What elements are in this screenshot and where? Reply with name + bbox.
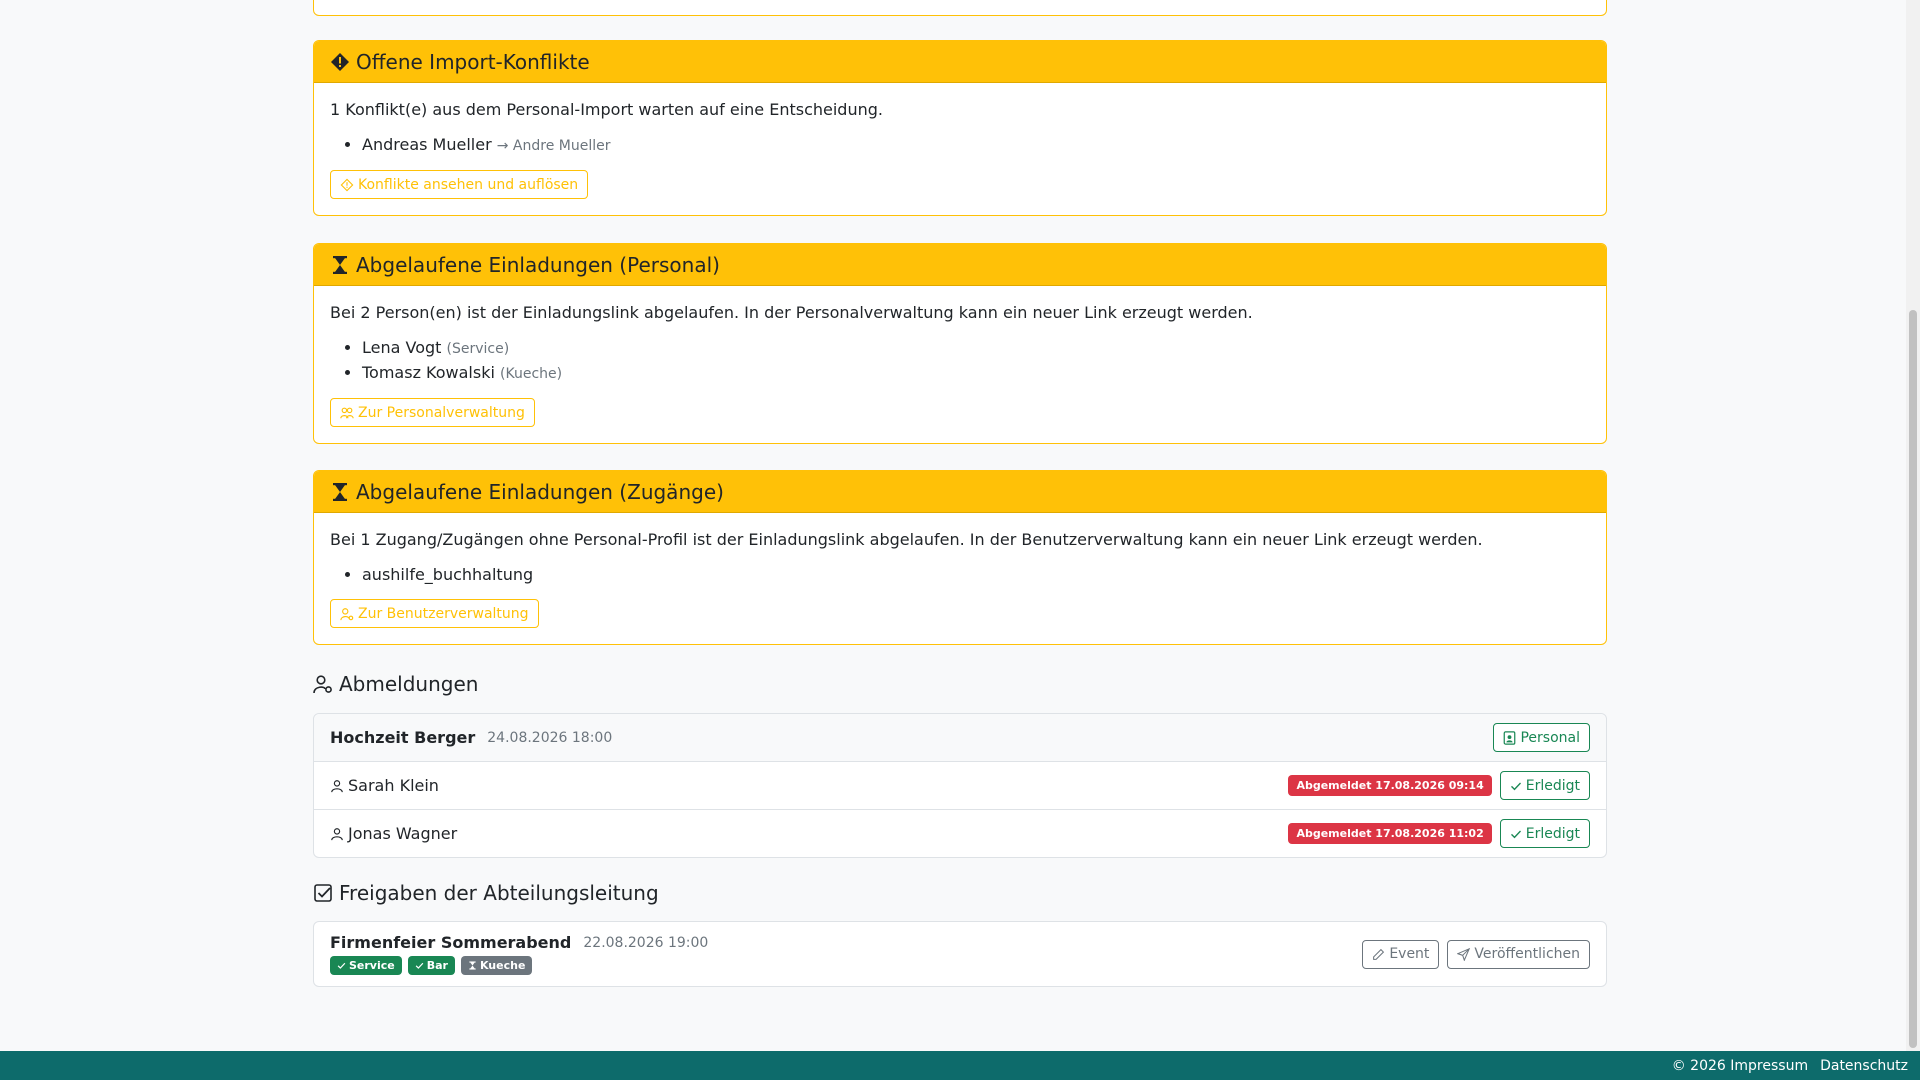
card-header: Abgelaufene Einladungen (Zugänge): [314, 471, 1606, 513]
check-icon: [1510, 780, 1522, 792]
card-header: Offene Import-Konflikte: [314, 41, 1606, 83]
conflict-list: Andreas Mueller → Andre Mueller: [330, 133, 1590, 158]
people-icon: [340, 406, 354, 420]
event-date: 22.08.2026 19:00: [583, 934, 709, 951]
privacy-link[interactable]: Datenschutz: [1820, 1058, 1908, 1074]
cancellations-list: Hochzeit Berger 24.08.2026 18:00 Persona…: [313, 713, 1607, 858]
send-icon: [1457, 947, 1471, 961]
list-item: Lena Vogt (Service): [362, 336, 1590, 361]
person-icon: [330, 827, 344, 841]
event-row: Firmenfeier Sommerabend 22.08.2026 19:00…: [314, 922, 1606, 986]
expired-staff-list: Lena Vogt (Service) Tomasz Kowalski (Kue…: [330, 336, 1590, 386]
impressum-link[interactable]: © 2026 Impressum: [1672, 1058, 1808, 1074]
card-text: Bei 1 Zugang/Zugängen ohne Personal-Prof…: [330, 530, 1483, 549]
status-badge: Abgemeldet 17.08.2026 09:14: [1288, 775, 1492, 796]
card-text: 1 Konflikt(e) aus dem Personal-Import wa…: [330, 100, 883, 119]
personal-button[interactable]: Personal: [1493, 723, 1590, 752]
table-row: Jonas Wagner Abgemeldet 17.08.2026 11:02…: [314, 809, 1606, 857]
check-icon: [415, 961, 424, 970]
event-title: Firmenfeier Sommerabend: [330, 933, 572, 952]
card-text: Bei 2 Person(en) ist der Einladungslink …: [330, 303, 1253, 322]
hourglass-icon: [330, 255, 350, 275]
list-item: Andreas Mueller → Andre Mueller: [362, 133, 1590, 158]
publish-button[interactable]: Veröffentlichen: [1447, 939, 1590, 969]
hourglass-icon: [330, 482, 350, 502]
resolve-conflicts-button[interactable]: Konflikte ansehen und auflösen: [330, 170, 589, 199]
warning-diamond-icon: [340, 178, 354, 192]
previous-card-bottom: [313, 0, 1607, 16]
department-badge-bar: Bar: [407, 956, 455, 975]
event-date: 24.08.2026 18:00: [487, 729, 613, 746]
approvals-heading: Freigaben der Abteilungsleitung: [313, 881, 659, 905]
person-badge-icon: [1503, 730, 1516, 745]
page-scrollbar[interactable]: [1906, 0, 1920, 1051]
check-square-icon: [313, 883, 333, 903]
event-title: Hochzeit Berger: [330, 728, 476, 747]
hourglass-icon: [468, 961, 477, 970]
status-badge: Abgemeldet 17.08.2026 11:02: [1288, 823, 1492, 844]
user-gear-icon: [340, 607, 354, 621]
department-badge-service: Service: [330, 956, 402, 975]
table-row: Sarah Klein Abgemeldet 17.08.2026 09:14 …: [314, 761, 1606, 809]
expired-access-list: aushilfe_buchhaltung: [330, 563, 1590, 587]
warning-diamond-icon: [330, 52, 350, 72]
card-title: Abgelaufene Einladungen (Personal): [356, 252, 720, 277]
expired-staff-invitations-card: Abgelaufene Einladungen (Personal) Bei 2…: [313, 243, 1607, 444]
approvals-list: Firmenfeier Sommerabend 22.08.2026 19:00…: [313, 921, 1607, 987]
done-button[interactable]: Erledigt: [1499, 771, 1590, 800]
check-icon: [337, 961, 346, 970]
staff-management-button[interactable]: Zur Personalverwaltung: [330, 398, 535, 427]
cancellations-heading: Abmeldungen: [313, 672, 478, 696]
scrollbar-thumb[interactable]: [1909, 310, 1917, 1048]
expired-access-invitations-card: Abgelaufene Einladungen (Zugänge) Bei 1 …: [313, 470, 1607, 645]
edit-event-button[interactable]: Event: [1362, 939, 1440, 969]
list-item: aushilfe_buchhaltung: [362, 563, 1590, 587]
user-gear-icon: [313, 674, 333, 694]
import-conflicts-card: Offene Import-Konflikte 1 Konflikt(e) au…: [313, 40, 1607, 216]
footer: © 2026 Impressum Datenschutz: [0, 1051, 1920, 1080]
department-badge-kueche: Kueche: [460, 956, 533, 975]
person-name: Jonas Wagner: [348, 824, 458, 843]
user-management-button[interactable]: Zur Benutzerverwaltung: [330, 599, 539, 628]
list-item: Tomasz Kowalski (Kueche): [362, 361, 1590, 386]
card-title: Offene Import-Konflikte: [356, 49, 590, 74]
check-icon: [1510, 828, 1522, 840]
done-button[interactable]: Erledigt: [1499, 819, 1590, 848]
event-row: Hochzeit Berger 24.08.2026 18:00 Persona…: [314, 714, 1606, 761]
pencil-icon: [1372, 948, 1385, 961]
card-title: Abgelaufene Einladungen (Zugänge): [356, 479, 724, 504]
card-header: Abgelaufene Einladungen (Personal): [314, 244, 1606, 286]
person-name: Sarah Klein: [348, 776, 439, 795]
person-icon: [330, 779, 344, 793]
